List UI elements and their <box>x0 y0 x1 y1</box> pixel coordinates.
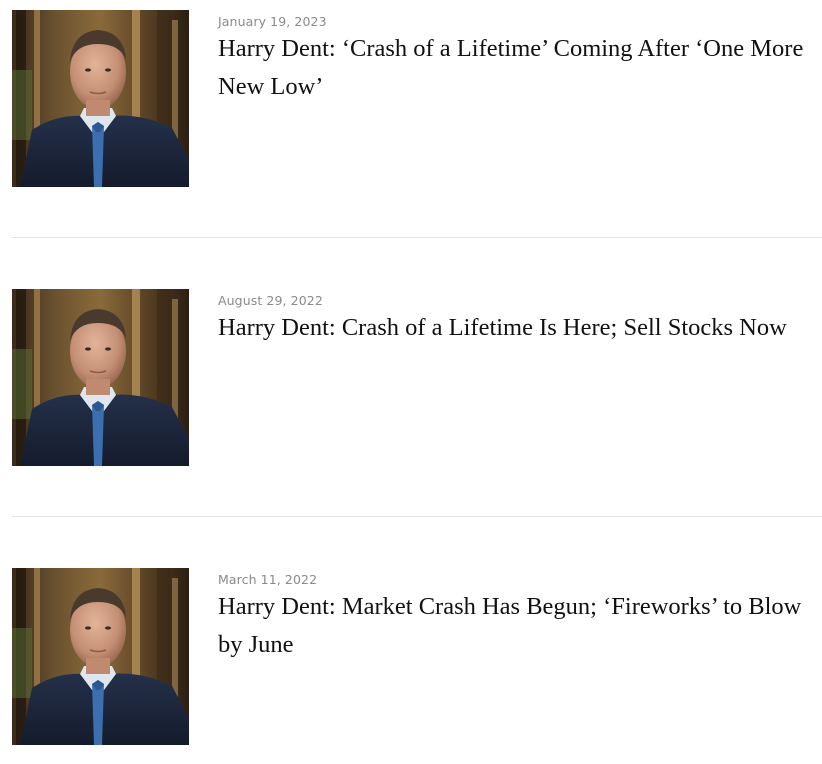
article-meta: August 29, 2022 Harry Dent: Crash of a L… <box>218 289 822 347</box>
article-card: August 29, 2022 Harry Dent: Crash of a L… <box>12 289 822 467</box>
article-thumbnail[interactable] <box>12 10 189 187</box>
article-card: January 19, 2023 Harry Dent: ‘Crash of a… <box>12 10 822 188</box>
article-meta: January 19, 2023 Harry Dent: ‘Crash of a… <box>218 10 822 106</box>
divider <box>12 516 822 517</box>
article-date: March 11, 2022 <box>218 572 318 587</box>
divider <box>12 237 822 238</box>
article-thumbnail[interactable] <box>12 289 189 466</box>
portrait-image <box>12 10 189 187</box>
portrait-image <box>12 568 189 745</box>
article-thumbnail[interactable] <box>12 568 189 745</box>
article-date: January 19, 2023 <box>218 14 327 29</box>
article-title-link[interactable]: Harry Dent: Market Crash Has Begun; ‘Fir… <box>218 588 822 664</box>
article-meta: March 11, 2022 Harry Dent: Market Crash … <box>218 568 822 664</box>
article-title-link[interactable]: Harry Dent: Crash of a Lifetime Is Here;… <box>218 309 822 347</box>
portrait-image <box>12 289 189 466</box>
article-card: March 11, 2022 Harry Dent: Market Crash … <box>12 568 822 746</box>
article-title-link[interactable]: Harry Dent: ‘Crash of a Lifetime’ Coming… <box>218 30 822 106</box>
article-date: August 29, 2022 <box>218 293 323 308</box>
